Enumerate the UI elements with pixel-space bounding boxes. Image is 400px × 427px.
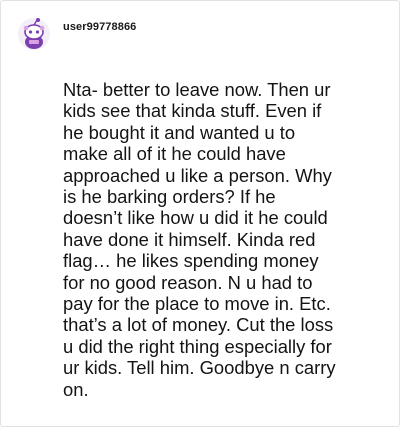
comment-line: on.	[63, 378, 89, 400]
reddit-snoo-avatar-icon[interactable]	[17, 17, 51, 51]
comment-line: Nta- better to leave now. Then ur	[63, 79, 331, 100]
comment-line: flag… he likes spending money	[63, 250, 319, 272]
comment-text: Nta- better to leave now. Then ur kids s…	[63, 79, 381, 400]
comment-line: that’s a lot of money. Cut the loss	[63, 314, 334, 336]
comment-line: pay for the place to move in. Etc.	[63, 293, 331, 315]
comment-header: user99778866	[17, 14, 136, 54]
comment-line: u did the right thing especially for	[63, 335, 332, 357]
comment-line: approached u like a person. Why	[63, 164, 332, 186]
comment-line: is he barking orders? If he	[63, 186, 276, 208]
comment-line: make all of it he could have	[63, 143, 286, 165]
comment-username[interactable]: user99778866	[63, 21, 136, 33]
comment-line: have done it himself. Kinda red	[63, 228, 316, 250]
comment-line: kids see that kinda stuff. Even if	[63, 100, 322, 122]
comment-card: user99778866 Nta- better to leave now. T…	[0, 0, 400, 427]
comment-line: ur kids. Tell him. Goodbye n carry	[63, 357, 336, 379]
comment-line: for no good reason. N u had to	[63, 271, 313, 293]
comment-line: he bought it and wanted u to	[63, 121, 296, 143]
comment-line: doesn’t like how u did it he could	[63, 207, 328, 229]
